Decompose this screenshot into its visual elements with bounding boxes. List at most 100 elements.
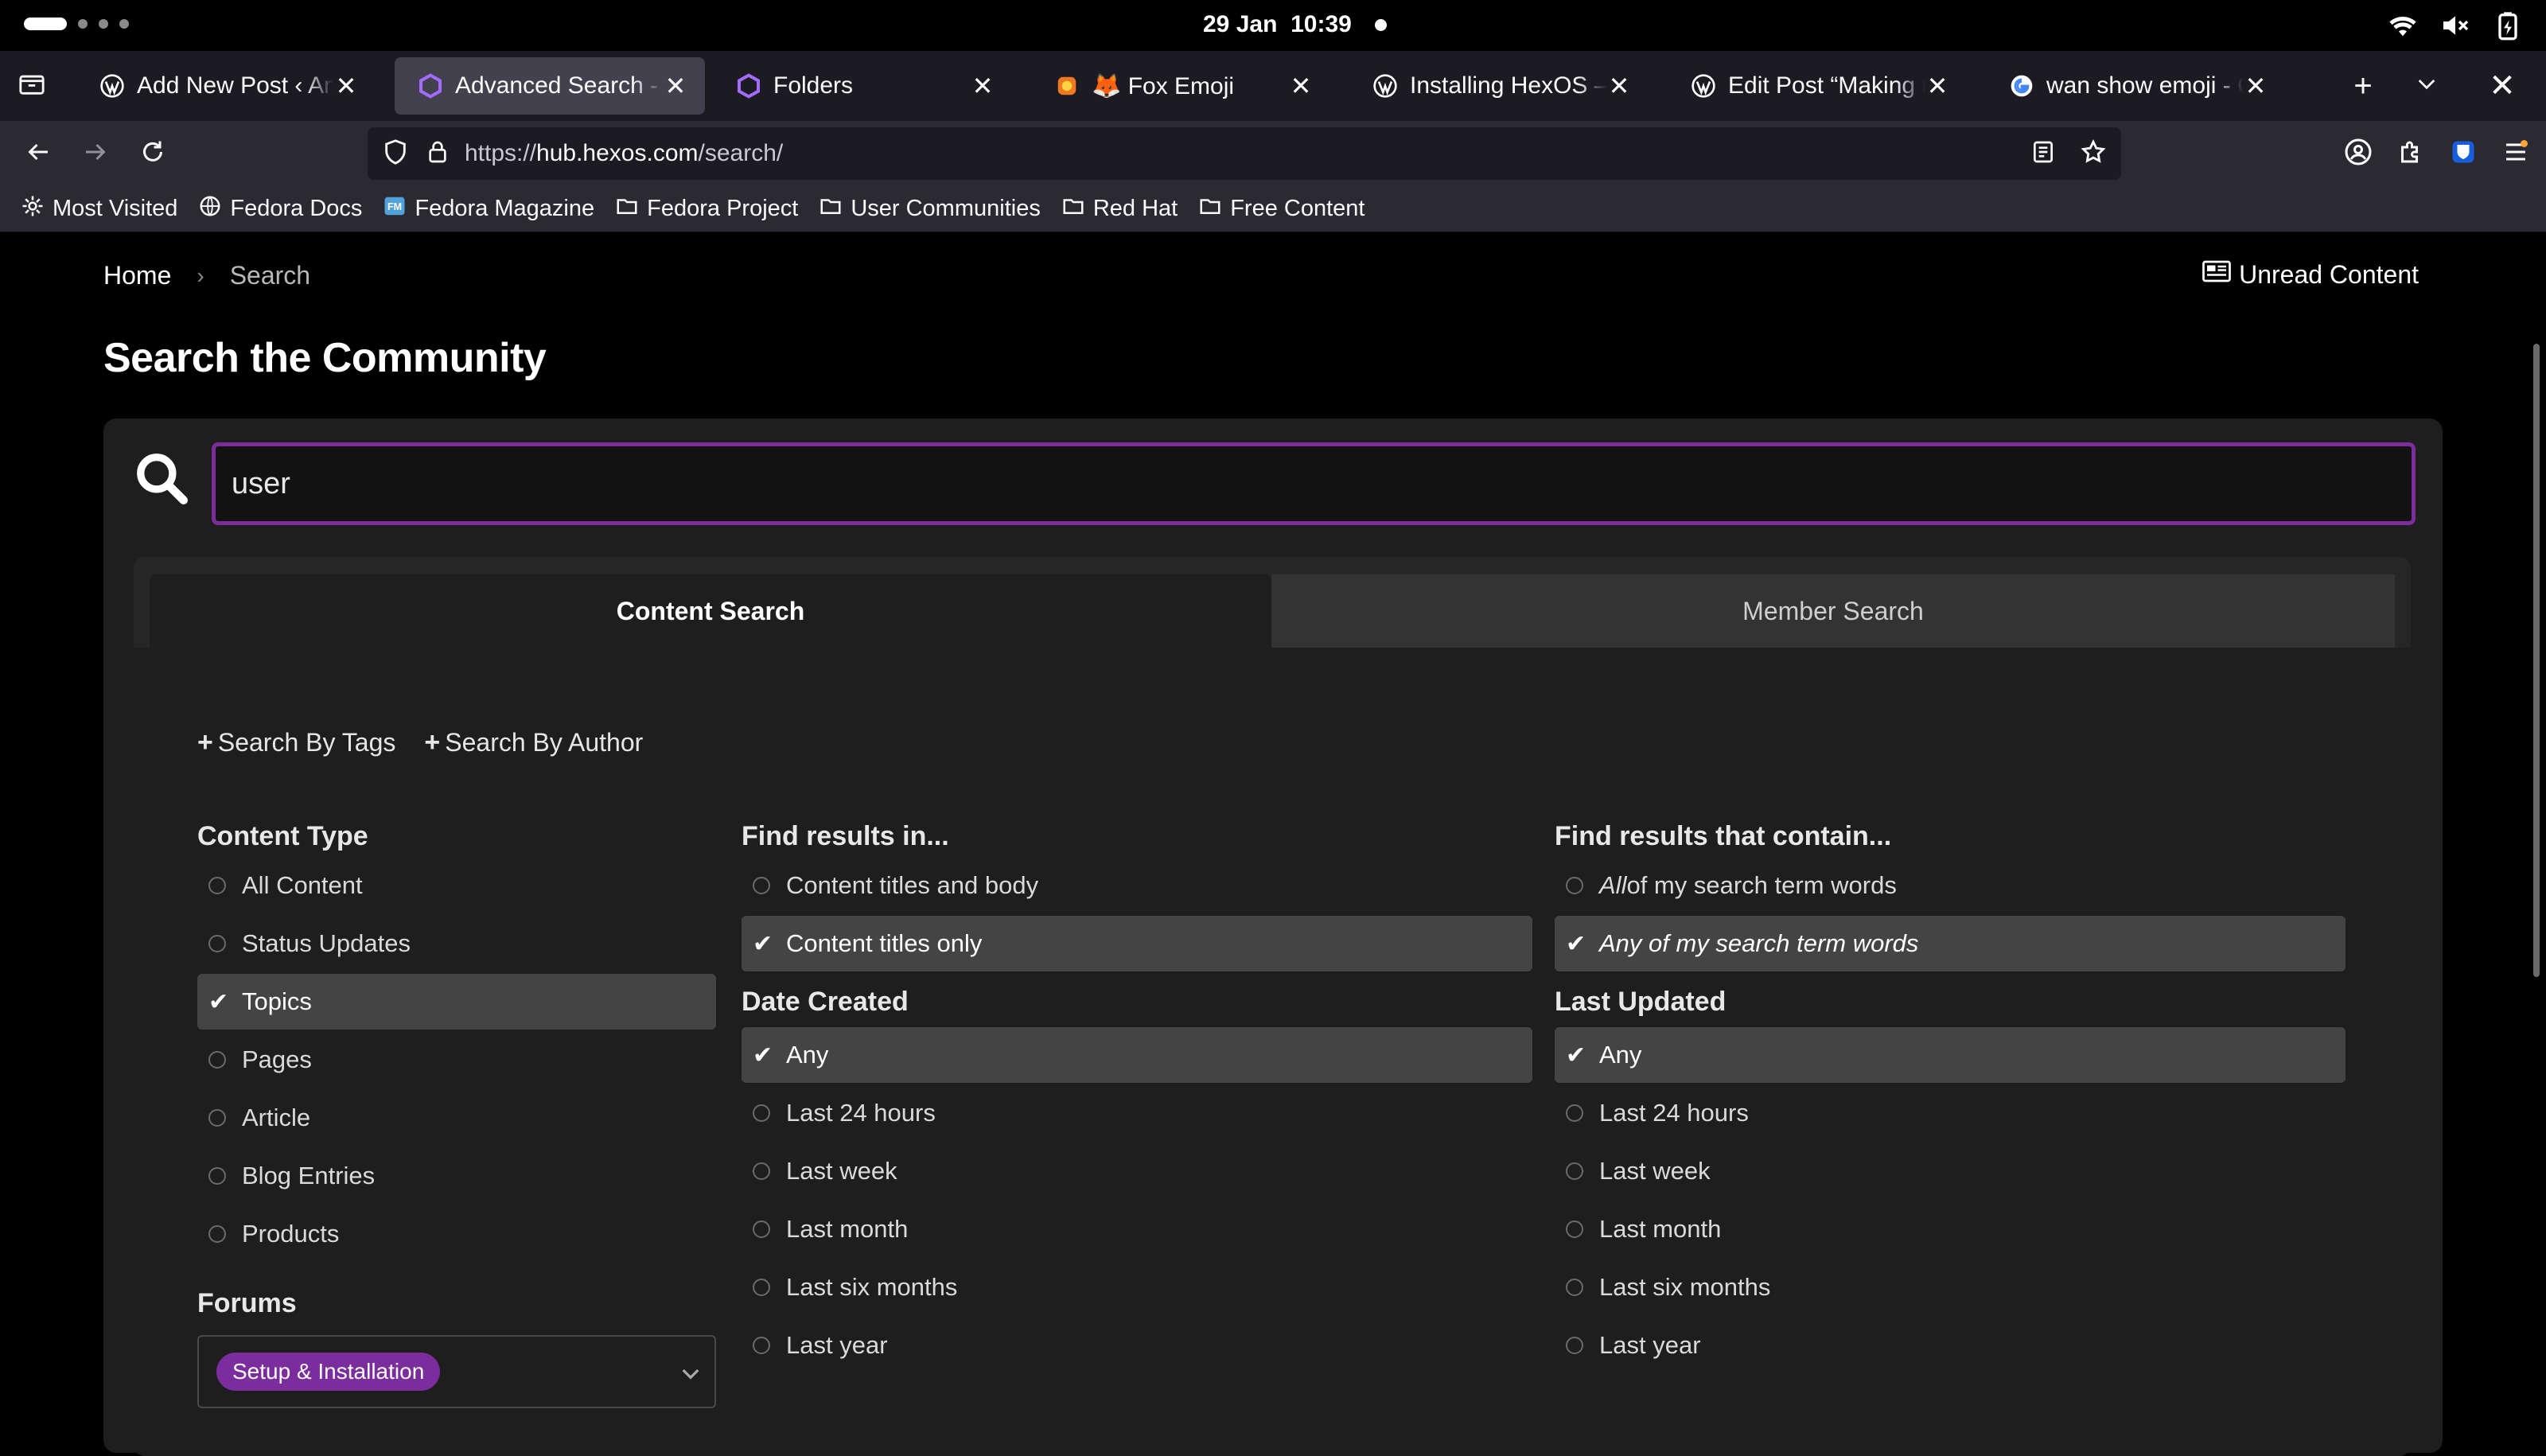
- content-type-option[interactable]: Blog Entries: [197, 1148, 716, 1204]
- lock-icon[interactable]: [425, 139, 450, 169]
- close-tab-icon[interactable]: ✕: [664, 71, 687, 101]
- bookmark-star-icon[interactable]: [2080, 138, 2107, 169]
- bookmark-fedora-docs[interactable]: Fedora Docs: [198, 194, 362, 224]
- contain-option-selected[interactable]: ✔ Any of my search term words: [1555, 916, 2346, 971]
- unread-content-link[interactable]: Unread Content: [2202, 259, 2419, 290]
- last-updated-option[interactable]: Last year: [1555, 1318, 2346, 1373]
- bookmark-fedora-magazine[interactable]: FM Fedora Magazine: [383, 194, 594, 224]
- shield-icon[interactable]: [382, 138, 409, 169]
- radio-icon: [753, 877, 770, 894]
- last-updated-option[interactable]: Last six months: [1555, 1259, 2346, 1315]
- bookmark-label: Free Content: [1230, 196, 1365, 221]
- option-label: Pages: [242, 1045, 312, 1073]
- date-created-option-selected[interactable]: ✔ Any: [742, 1027, 1532, 1083]
- firefox-view-button[interactable]: [0, 51, 64, 121]
- search-input[interactable]: [212, 442, 2416, 525]
- search-by-tags-label: Search By Tags: [217, 728, 396, 757]
- date-created-option[interactable]: Last month: [742, 1201, 1532, 1257]
- breadcrumb-home-link[interactable]: Home: [103, 261, 171, 290]
- system-tray[interactable]: [2387, 10, 2524, 45]
- list-all-tabs-button[interactable]: [2395, 51, 2458, 121]
- contain-option[interactable]: All of my search term words: [1555, 858, 2346, 913]
- tab-folders[interactable]: Folders ✕: [713, 57, 1012, 115]
- tabbar-controls: + ✕: [2331, 51, 2546, 121]
- radio-icon: [753, 1162, 770, 1180]
- last-updated-option[interactable]: Last 24 hours: [1555, 1085, 2346, 1141]
- forums-select[interactable]: Setup & Installation: [197, 1335, 716, 1408]
- option-label: Last year: [1599, 1331, 1701, 1359]
- reader-view-icon[interactable]: [2030, 139, 2056, 169]
- forum-chip[interactable]: Setup & Installation: [216, 1353, 441, 1391]
- radio-icon: [208, 1167, 226, 1185]
- date-created-option[interactable]: Last six months: [742, 1259, 1532, 1315]
- last-updated-option-selected[interactable]: ✔ Any: [1555, 1027, 2346, 1083]
- content-type-option[interactable]: Status Updates: [197, 916, 716, 971]
- radio-icon: [1566, 1279, 1583, 1296]
- option-label: Last six months: [786, 1273, 958, 1301]
- bookmark-folder-free-content[interactable]: Free Content: [1198, 194, 1364, 224]
- folder-icon: [1061, 194, 1085, 224]
- close-tab-icon[interactable]: ✕: [1607, 71, 1631, 101]
- last-updated-option[interactable]: Last month: [1555, 1201, 2346, 1257]
- bookmark-most-visited[interactable]: Most Visited: [21, 194, 177, 224]
- tab-title: Advanced Search - HexOS: [455, 72, 664, 99]
- bookmark-folder-fedora-project[interactable]: Fedora Project: [615, 194, 798, 224]
- close-tab-icon[interactable]: ✕: [1289, 71, 1313, 101]
- search-icon: [132, 449, 191, 508]
- radio-icon: [208, 935, 226, 952]
- account-icon[interactable]: [2344, 138, 2373, 170]
- option-label: Last year: [786, 1331, 888, 1359]
- toolbar-right: [2344, 121, 2530, 186]
- tab-fox-emoji[interactable]: 🦊 Fox Emoji ✕: [1031, 57, 1330, 115]
- option-label: Article: [242, 1104, 311, 1131]
- close-tab-icon[interactable]: ✕: [334, 71, 358, 101]
- tab-google-search[interactable]: wan show emoji - Google ✕: [1986, 57, 2285, 115]
- date-created-option[interactable]: Last week: [742, 1143, 1532, 1199]
- find-in-option-selected[interactable]: ✔ Content titles only: [742, 916, 1532, 971]
- system-clock[interactable]: 29 Jan 10:39: [1203, 11, 1352, 38]
- tab-advanced-search[interactable]: Advanced Search - HexOS ✕: [395, 57, 705, 115]
- tab-installing-hexos[interactable]: Installing HexOS – Anna ✕: [1349, 57, 1649, 115]
- forward-button[interactable]: [67, 125, 124, 182]
- close-tab-icon[interactable]: ✕: [1925, 71, 1949, 101]
- content-type-option[interactable]: All Content: [197, 858, 716, 913]
- search-by-tags-button[interactable]: + Search By Tags: [197, 727, 395, 758]
- back-button[interactable]: [10, 125, 67, 182]
- last-updated-option[interactable]: Last week: [1555, 1143, 2346, 1199]
- bookmark-label: Fedora Magazine: [415, 196, 595, 221]
- menu-icon[interactable]: [2501, 138, 2530, 170]
- tab-add-new-post[interactable]: Add New Post ‹ Anna ✕: [76, 57, 376, 115]
- close-tab-icon[interactable]: ✕: [971, 71, 995, 101]
- extensions-icon[interactable]: [2396, 138, 2425, 170]
- bookmark-folder-red-hat[interactable]: Red Hat: [1061, 194, 1178, 224]
- workspace-indicator-active: [24, 18, 67, 30]
- close-tab-icon[interactable]: ✕: [2244, 71, 2268, 101]
- find-in-option[interactable]: Content titles and body: [742, 858, 1532, 913]
- content-type-option[interactable]: Pages: [197, 1032, 716, 1088]
- hexos-icon: [417, 72, 444, 99]
- reload-button[interactable]: [124, 125, 181, 182]
- new-tab-button[interactable]: +: [2331, 51, 2395, 121]
- option-emphasis: All: [1599, 871, 1627, 899]
- url-host: hub.hexos.com: [536, 140, 699, 166]
- close-window-button[interactable]: ✕: [2458, 51, 2546, 121]
- url-bar[interactable]: https://hub.hexos.com/search/: [368, 127, 2121, 180]
- content-type-option[interactable]: Products: [197, 1206, 716, 1262]
- search-by-author-button[interactable]: + Search By Author: [424, 727, 643, 758]
- tab-content-search[interactable]: Content Search: [150, 574, 1271, 648]
- bitwarden-icon[interactable]: [2449, 138, 2478, 170]
- url-text[interactable]: https://hub.hexos.com/search/: [465, 140, 783, 167]
- tab-edit-post[interactable]: Edit Post “Making my ✕: [1668, 57, 1967, 115]
- option-label: Last week: [786, 1157, 897, 1185]
- page-scrollbar[interactable]: [2533, 344, 2540, 977]
- bookmark-folder-user-communities[interactable]: User Communities: [819, 194, 1041, 224]
- date-created-option[interactable]: Last year: [742, 1318, 1532, 1373]
- clock-time: 10:39: [1291, 11, 1352, 37]
- tab-member-search[interactable]: Member Search: [1271, 574, 2395, 648]
- content-type-option-selected[interactable]: ✔ Topics: [197, 974, 716, 1030]
- date-created-option[interactable]: Last 24 hours: [742, 1085, 1532, 1141]
- content-type-option[interactable]: Article: [197, 1090, 716, 1146]
- breadcrumb-current: Search: [229, 261, 311, 290]
- option-label: Last six months: [1599, 1273, 1771, 1301]
- activities-button[interactable]: [24, 18, 129, 30]
